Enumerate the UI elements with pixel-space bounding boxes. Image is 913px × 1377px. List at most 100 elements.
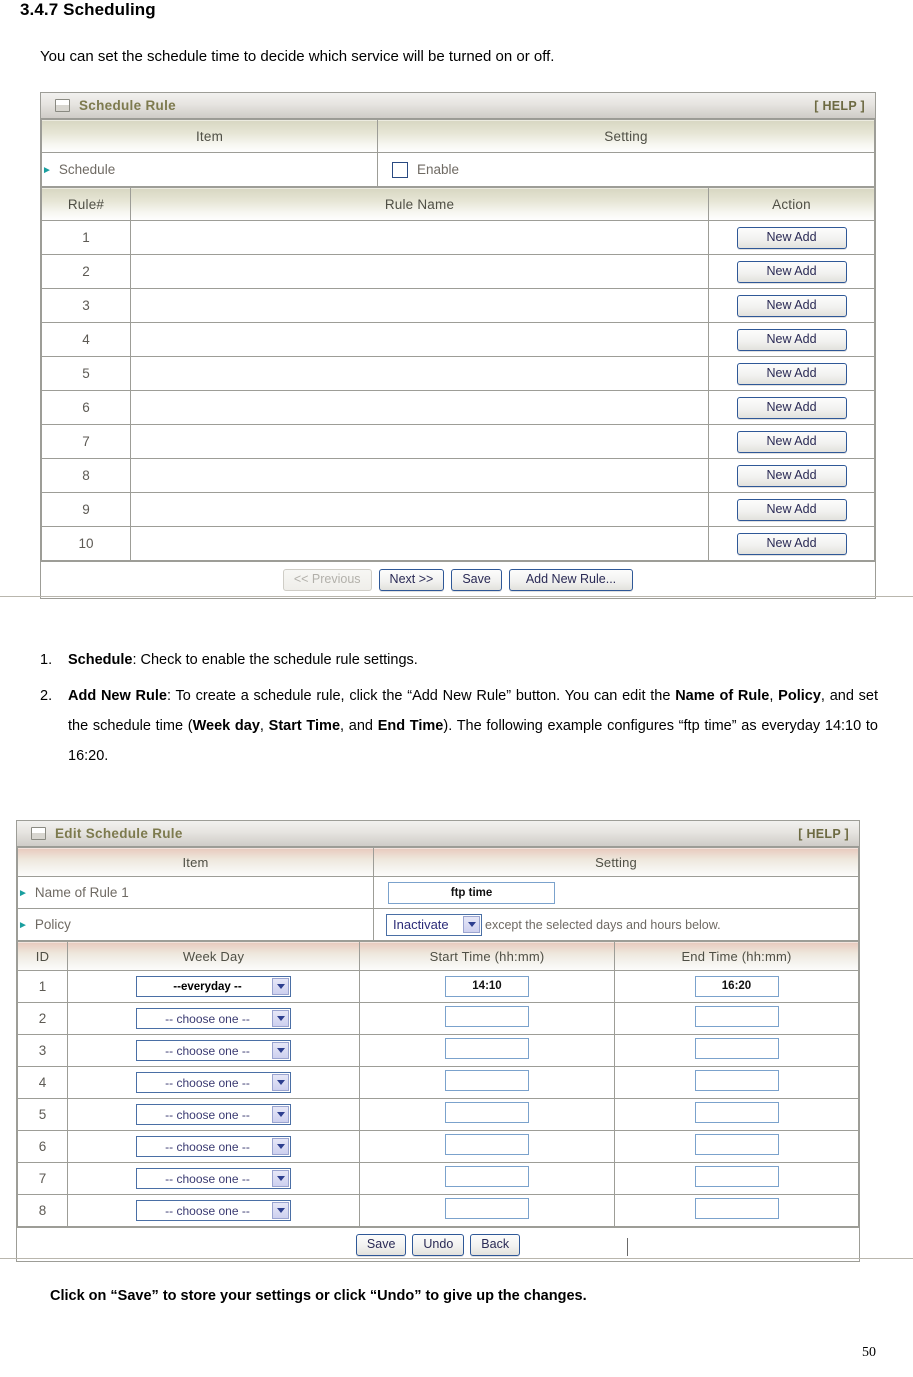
policy-label: ► Policy <box>17 908 374 941</box>
back-button[interactable]: Back <box>470 1233 521 1256</box>
help-link[interactable]: [ HELP ] <box>798 827 849 841</box>
start-time-input[interactable] <box>445 1069 529 1091</box>
help-link[interactable]: [ HELP ] <box>814 99 865 113</box>
start-time-cell <box>359 1130 615 1163</box>
rule-name-cell <box>130 356 709 391</box>
rule-action-cell: New Add <box>708 492 875 527</box>
list-item-text: Add New Rule: To create a schedule rule,… <box>68 688 879 764</box>
week-day-select-value: -- choose one -- <box>165 1139 250 1154</box>
previous-button[interactable]: << Previous <box>282 569 372 591</box>
next-button[interactable]: Next >> <box>378 569 445 591</box>
end-time-input[interactable] <box>694 1005 779 1027</box>
chevron-down-icon <box>272 1106 289 1123</box>
end-time-cell <box>614 1066 859 1099</box>
start-time-input[interactable] <box>445 1037 529 1059</box>
rule-number-cell: 2 <box>41 254 131 289</box>
column-header-week-day: Week Day <box>67 941 360 971</box>
start-time-input[interactable]: 14:10 <box>445 976 529 997</box>
end-time-cell <box>614 1162 859 1195</box>
week-day-select[interactable]: -- choose one -- <box>136 1040 291 1061</box>
schedule-id-cell: 3 <box>17 1034 68 1067</box>
table-header-row: Item Setting <box>41 119 875 153</box>
start-time-input[interactable] <box>445 1133 529 1155</box>
schedule-enable-checkbox[interactable] <box>392 161 408 178</box>
schedule-enable-label: Enable <box>417 162 460 177</box>
start-time-input[interactable] <box>445 1165 529 1187</box>
rule-number-cell: 7 <box>41 424 131 459</box>
rule-name-input[interactable]: ftp time <box>388 881 555 904</box>
table-header-row: Item Setting <box>17 847 859 877</box>
week-day-select[interactable]: --everyday -- <box>136 976 291 997</box>
list-item: 1. Schedule: Check to enable the schedule… <box>40 645 878 675</box>
end-time-cell <box>614 1034 859 1067</box>
end-time-input[interactable] <box>694 1037 779 1059</box>
column-header-item: Item <box>17 847 374 877</box>
week-day-select[interactable]: -- choose one -- <box>136 1200 291 1221</box>
table-row: 10 New Add <box>41 526 875 561</box>
bullet-arrow-icon: ► <box>42 165 52 176</box>
column-header-id: ID <box>17 941 68 971</box>
add-new-rule-button[interactable]: Add New Rule... <box>508 569 634 591</box>
column-header-rule-name: Rule Name <box>130 187 709 221</box>
new-add-button[interactable]: New Add <box>736 396 847 419</box>
start-time-input[interactable] <box>445 1197 529 1219</box>
schedule-rule-panel: Schedule Rule [ HELP ] Item Setting ► Sch… <box>40 92 876 599</box>
end-time-input[interactable]: 16:20 <box>694 976 779 997</box>
week-day-select[interactable]: -- choose one -- <box>136 1072 291 1093</box>
undo-button[interactable]: Undo <box>412 1233 465 1256</box>
rule-action-cell: New Add <box>708 424 875 459</box>
policy-select[interactable]: Inactivate <box>386 913 482 936</box>
new-add-button[interactable]: New Add <box>736 464 847 487</box>
schedule-id-cell: 6 <box>17 1130 68 1163</box>
end-time-input[interactable] <box>694 1069 779 1091</box>
save-button[interactable]: Save <box>355 1233 407 1256</box>
week-day-select-value: -- choose one -- <box>165 1107 250 1122</box>
schedule-settings-table: Item Setting ► Schedule Enable <box>41 119 875 187</box>
week-day-select[interactable]: -- choose one -- <box>136 1136 291 1157</box>
list-item-text: Schedule: Check to enable the schedule r… <box>68 652 418 668</box>
new-add-button[interactable]: New Add <box>736 532 847 555</box>
new-add-button[interactable]: New Add <box>736 260 847 283</box>
end-time-input[interactable] <box>694 1165 779 1187</box>
week-day-cell: -- choose one -- <box>67 1162 360 1195</box>
week-day-select-value: -- choose one -- <box>165 1203 250 1218</box>
chevron-down-icon <box>272 1010 289 1027</box>
week-day-select[interactable]: -- choose one -- <box>136 1008 291 1029</box>
table-header-row: Rule# Rule Name Action <box>41 187 875 221</box>
week-day-select-value: -- choose one -- <box>165 1075 250 1090</box>
schedule-panel-button-bar: << Previous Next >> Save Add New Rule... <box>41 561 875 598</box>
end-time-input[interactable] <box>694 1101 779 1123</box>
new-add-button[interactable]: New Add <box>736 430 847 453</box>
end-time-input[interactable] <box>694 1133 779 1155</box>
table-row: ► Policy Inactivate except the selected d… <box>17 908 859 941</box>
edit-schedule-body: 1 --everyday -- 14:10 16:20 2 -- choose one -… <box>17 970 859 1227</box>
new-add-button[interactable]: New Add <box>736 294 847 317</box>
week-day-select[interactable]: -- choose one -- <box>136 1104 291 1125</box>
table-row: 9 New Add <box>41 492 875 527</box>
table-row: 2 -- choose one -- <box>17 1002 859 1035</box>
column-header-start-time: Start Time (hh:mm) <box>359 941 615 971</box>
new-add-button[interactable]: New Add <box>736 498 847 521</box>
chevron-down-icon <box>272 1042 289 1059</box>
window-icon <box>31 827 46 840</box>
window-icon <box>55 99 70 112</box>
table-row: ► Name of Rule 1 ftp time <box>17 876 859 909</box>
save-button[interactable]: Save <box>451 569 502 591</box>
new-add-button[interactable]: New Add <box>736 328 847 351</box>
rule-name-cell <box>130 322 709 357</box>
rule-name-cell <box>130 492 709 527</box>
start-time-input[interactable] <box>445 1005 529 1027</box>
table-row: 2 New Add <box>41 254 875 289</box>
week-day-cell: -- choose one -- <box>67 1066 360 1099</box>
rule-number-cell: 10 <box>41 526 131 561</box>
schedule-panel-titlebar: Schedule Rule [ HELP ] <box>41 93 875 119</box>
week-day-select[interactable]: -- choose one -- <box>136 1168 291 1189</box>
start-time-input[interactable] <box>445 1101 529 1123</box>
end-time-cell <box>614 1130 859 1163</box>
new-add-button[interactable]: New Add <box>736 226 847 249</box>
rule-number-cell: 3 <box>41 288 131 323</box>
new-add-button[interactable]: New Add <box>736 362 847 385</box>
end-time-input[interactable] <box>694 1197 779 1219</box>
table-row: 1 New Add <box>41 220 875 255</box>
week-day-select-value: -- choose one -- <box>165 1171 250 1186</box>
